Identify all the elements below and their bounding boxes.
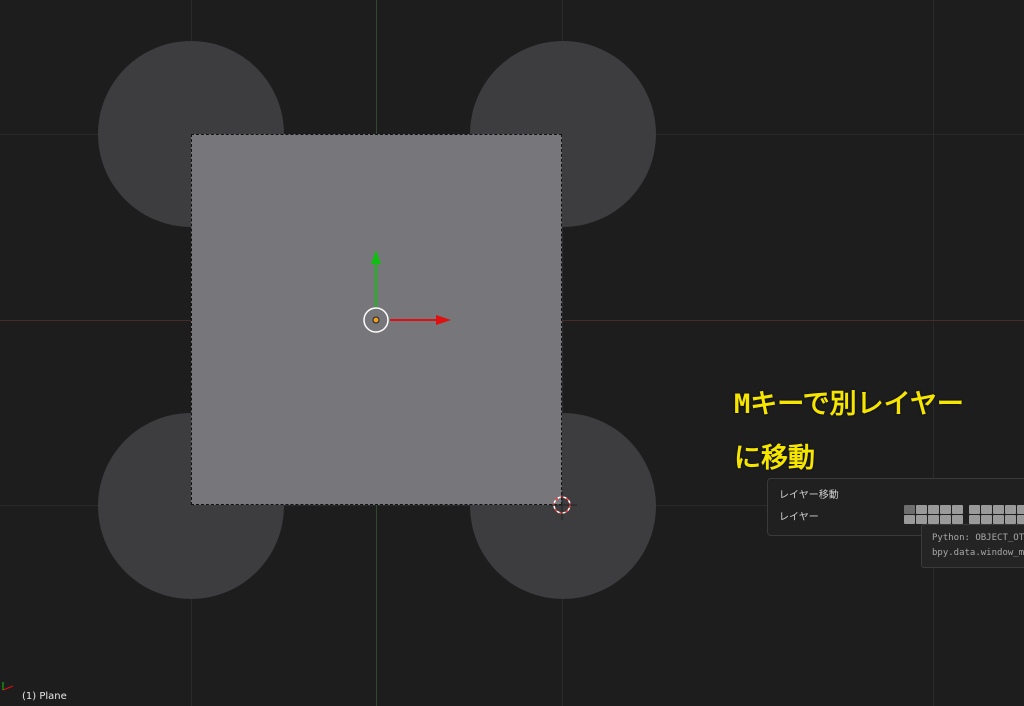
tooltip-line-1: Python: OBJECT_OT_ <box>932 533 1024 543</box>
layer-button[interactable] <box>952 505 963 514</box>
layer-button[interactable] <box>928 505 939 514</box>
layer-button[interactable] <box>952 515 963 524</box>
layer-button[interactable] <box>993 505 1004 514</box>
layer-button[interactable] <box>1017 505 1024 514</box>
layer-button[interactable] <box>981 505 992 514</box>
layer-button[interactable] <box>1005 515 1016 524</box>
layer-button[interactable] <box>993 515 1004 524</box>
layer-button[interactable] <box>981 515 992 524</box>
layer-button[interactable] <box>940 505 951 514</box>
y-arrow-icon[interactable] <box>371 250 381 264</box>
3d-viewport[interactable]: Mキーで別レイヤー に移動 レイヤー移動 レイヤー Python: OBJECT… <box>0 0 1024 706</box>
layer-button[interactable] <box>904 505 915 514</box>
axis-indicator-icon <box>2 682 14 691</box>
python-tooltip: Python: OBJECT_OT_ bpy.data.window_ma <box>921 524 1024 568</box>
layer-button[interactable] <box>928 515 939 524</box>
layer-button[interactable] <box>916 515 927 524</box>
tooltip-line-2: bpy.data.window_ma <box>932 548 1024 558</box>
origin-icon <box>372 316 380 324</box>
layer-buttons-group-2[interactable] <box>969 505 1024 524</box>
layer-button[interactable] <box>1017 515 1024 524</box>
active-object-label: (1) Plane <box>22 691 67 702</box>
layer-button[interactable] <box>904 515 915 524</box>
panel-title: レイヤー移動 <box>779 490 839 501</box>
annotation-line-1: Mキーで別レイヤー <box>734 389 964 420</box>
annotation-text: Mキーで別レイヤー に移動 <box>734 378 964 486</box>
layer-button[interactable] <box>1005 505 1016 514</box>
layer-button[interactable] <box>969 515 980 524</box>
layer-label: レイヤー <box>779 512 819 523</box>
transform-gizmo[interactable] <box>0 0 1024 706</box>
layer-buttons-group-1[interactable] <box>904 505 963 524</box>
layer-button[interactable] <box>940 515 951 524</box>
layer-button[interactable] <box>969 505 980 514</box>
3d-cursor-icon <box>549 492 577 520</box>
layer-button[interactable] <box>916 505 927 514</box>
x-arrow-icon[interactable] <box>436 315 451 325</box>
